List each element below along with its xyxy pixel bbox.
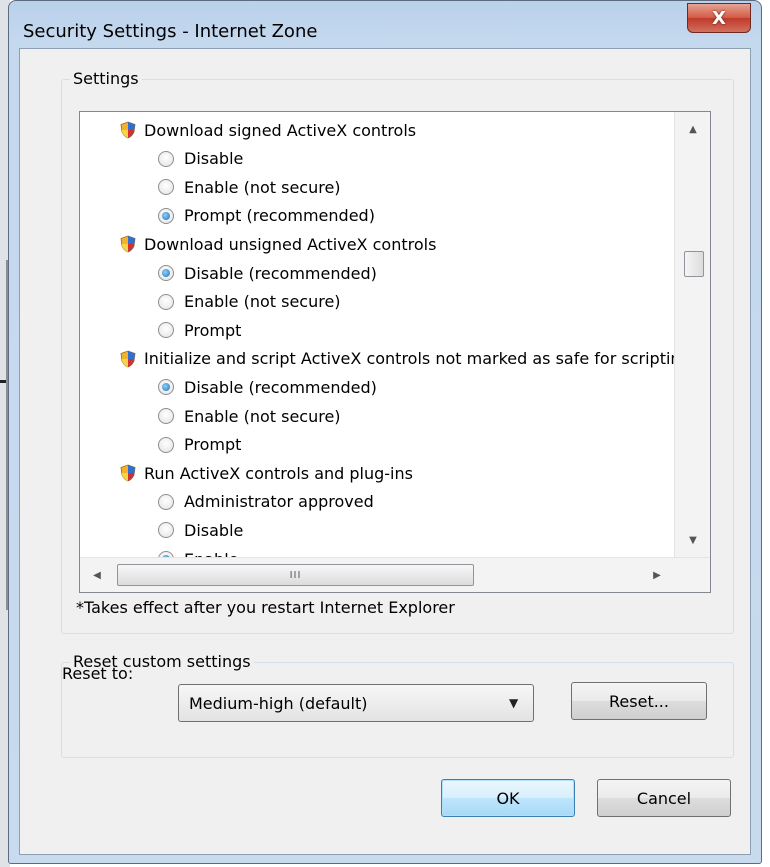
radio-checked-icon[interactable] [158,207,174,224]
setting-option-radio[interactable]: Prompt [158,431,241,459]
scroll-left-arrow-icon[interactable]: ◀ [80,558,114,592]
setting-option-radio[interactable]: Administrator approved [158,488,374,516]
scroll-down-arrow-icon[interactable]: ▼ [675,523,711,557]
setting-option-label: Prompt (recommended) [184,206,375,226]
security-shield-icon [120,350,136,368]
setting-option-label: Enable [184,550,239,558]
setting-option-radio[interactable]: Disable [158,145,243,173]
scroll-up-arrow-icon[interactable]: ▲ [675,112,711,146]
close-button[interactable]: X [687,3,751,33]
backdrop-mark [0,380,6,383]
horizontal-scrollbar[interactable]: ◀ III ▶ [80,557,710,592]
setting-heading: Download unsigned ActiveX controls [120,230,436,258]
cancel-button[interactable]: Cancel [597,779,731,817]
ok-button[interactable]: OK [441,779,575,817]
setting-option-label: Prompt [184,320,242,340]
reset-to-label: Reset to: [62,664,134,683]
setting-heading: Initialize and script ActiveX controls n… [120,345,674,373]
restart-note: *Takes effect after you restart Internet… [76,598,455,617]
setting-option-radio[interactable]: Prompt (recommended) [158,202,375,230]
close-icon: X [712,7,726,29]
reset-level-value: Medium-high (default) [189,693,368,713]
setting-option-radio[interactable]: Disable [158,516,243,544]
setting-option-radio[interactable]: Prompt [158,316,241,344]
setting-option-label: Disable (recommended) [184,263,377,283]
setting-heading: Run ActiveX controls and plug-ins [120,459,413,487]
setting-option-label: Administrator approved [184,492,374,512]
setting-option-label: Enable (not secure) [184,292,341,312]
setting-option-radio[interactable]: Disable (recommended) [158,373,377,401]
reset-level-dropdown[interactable]: Medium-high (default) ▼ [178,684,534,722]
security-shield-icon [120,235,136,253]
setting-heading-label: Download unsigned ActiveX controls [144,234,437,254]
vertical-scrollbar[interactable]: ▲ ▼ [674,112,710,557]
title-bar: Security Settings - Internet Zone X [9,1,761,51]
setting-heading-label: Download signed ActiveX controls [144,120,417,140]
radio-unchecked-icon[interactable] [158,408,174,424]
horizontal-scroll-thumb[interactable]: III [117,564,474,586]
chevron-down-icon: ▼ [509,696,519,710]
radio-unchecked-icon[interactable] [158,493,174,510]
setting-heading: Download signed ActiveX controls [120,116,416,144]
radio-unchecked-icon[interactable] [158,150,174,167]
setting-option-label: Prompt [184,435,242,455]
radio-unchecked-icon[interactable] [158,522,174,539]
settings-group-label: Settings [70,69,142,88]
setting-option-label: Disable [184,520,244,540]
reset-button[interactable]: Reset... [571,682,707,720]
setting-option-label: Enable (not secure) [184,177,341,197]
security-shield-icon [120,121,136,139]
vertical-scroll-thumb[interactable] [684,251,704,278]
setting-option-radio[interactable]: Disable (recommended) [158,259,377,287]
radio-unchecked-icon[interactable] [158,179,174,196]
setting-option-label: Disable (recommended) [184,377,377,397]
setting-heading-label: Run ActiveX controls and plug-ins [144,463,413,483]
setting-option-radio[interactable]: Enable (not secure) [158,402,341,430]
setting-option-radio[interactable]: Enable (not secure) [158,288,341,316]
radio-unchecked-icon[interactable] [158,322,174,339]
settings-list: Download signed ActiveX controls Disable E… [80,112,674,557]
radio-unchecked-icon[interactable] [158,436,174,453]
setting-option-radio[interactable]: Enable (not secure) [158,173,341,201]
security-shield-icon [120,464,136,482]
setting-option-label: Disable [184,149,244,169]
setting-heading-label: Initialize and script ActiveX controls n… [144,349,674,369]
setting-option-radio[interactable]: Enable [158,545,239,557]
scroll-right-arrow-icon[interactable]: ▶ [640,558,674,592]
radio-unchecked-icon[interactable] [158,293,174,310]
settings-listbox[interactable]: Download signed ActiveX controls Disable E… [79,111,711,593]
radio-checked-icon[interactable] [158,265,174,281]
scroll-grip-icon: III [289,569,302,581]
radio-checked-icon[interactable] [158,379,174,396]
dialog-title: Security Settings - Internet Zone [23,21,318,42]
setting-option-label: Enable (not secure) [184,406,341,426]
